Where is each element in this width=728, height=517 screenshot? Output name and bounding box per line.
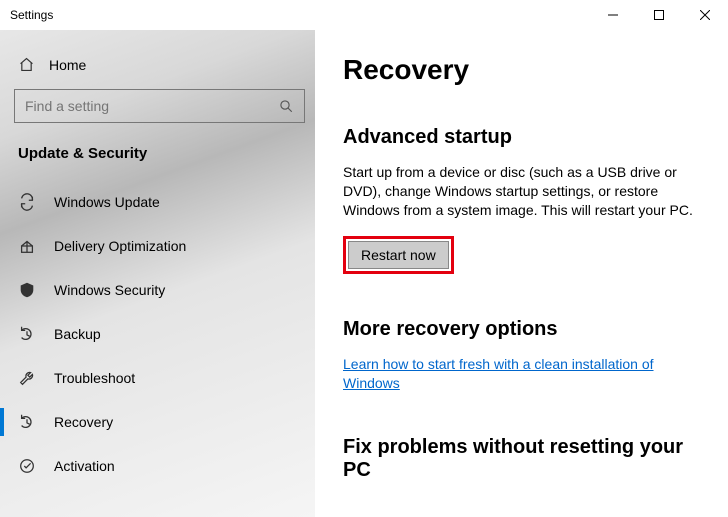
sync-icon [18,193,36,211]
shield-icon [18,281,36,299]
section-header: Update & Security [0,145,315,180]
window-controls [590,0,728,30]
fresh-install-link[interactable]: Learn how to start fresh with a clean in… [343,355,700,393]
advanced-startup-desc: Start up from a device or disc (such as … [343,163,700,220]
minimize-button[interactable] [590,0,636,30]
sidebar-item-label: Delivery Optimization [54,238,186,254]
highlight-box: Restart now [343,236,454,274]
search-icon [279,99,294,114]
recovery-icon [18,413,36,431]
advanced-startup-heading: Advanced startup [343,126,700,149]
window-title: Settings [10,8,53,22]
sidebar-item-label: Troubleshoot [54,370,135,386]
sidebar-item-label: Backup [54,326,101,342]
titlebar: Settings [0,0,728,30]
sidebar-item-label: Recovery [54,414,113,430]
sidebar-item-troubleshoot[interactable]: Troubleshoot [0,356,315,400]
sidebar-item-label: Windows Update [54,194,160,210]
sidebar-item-label: Windows Security [54,282,165,298]
search-field[interactable] [25,98,279,114]
sidebar-item-windows-update[interactable]: Windows Update [0,180,315,224]
content-pane: Recovery Advanced startup Start up from … [315,30,728,517]
page-title: Recovery [343,54,700,86]
restart-now-button[interactable]: Restart now [348,241,449,269]
backup-icon [18,325,36,343]
sidebar: Home Update & Security Windows Update [0,30,315,517]
sidebar-item-label: Activation [54,458,115,474]
search-input[interactable] [14,89,305,123]
activation-icon [18,457,36,475]
wrench-icon [18,369,36,387]
sidebar-item-activation[interactable]: Activation [0,444,315,488]
home-icon [18,56,35,73]
home-link[interactable]: Home [0,50,315,89]
maximize-button[interactable] [636,0,682,30]
sidebar-item-windows-security[interactable]: Windows Security [0,268,315,312]
sidebar-item-backup[interactable]: Backup [0,312,315,356]
sidebar-item-recovery[interactable]: Recovery [0,400,315,444]
fix-problems-heading: Fix problems without resetting your PC [343,436,700,482]
delivery-icon [18,237,36,255]
more-recovery-heading: More recovery options [343,318,700,341]
sidebar-item-delivery-optimization[interactable]: Delivery Optimization [0,224,315,268]
home-label: Home [49,57,86,73]
close-button[interactable] [682,0,728,30]
